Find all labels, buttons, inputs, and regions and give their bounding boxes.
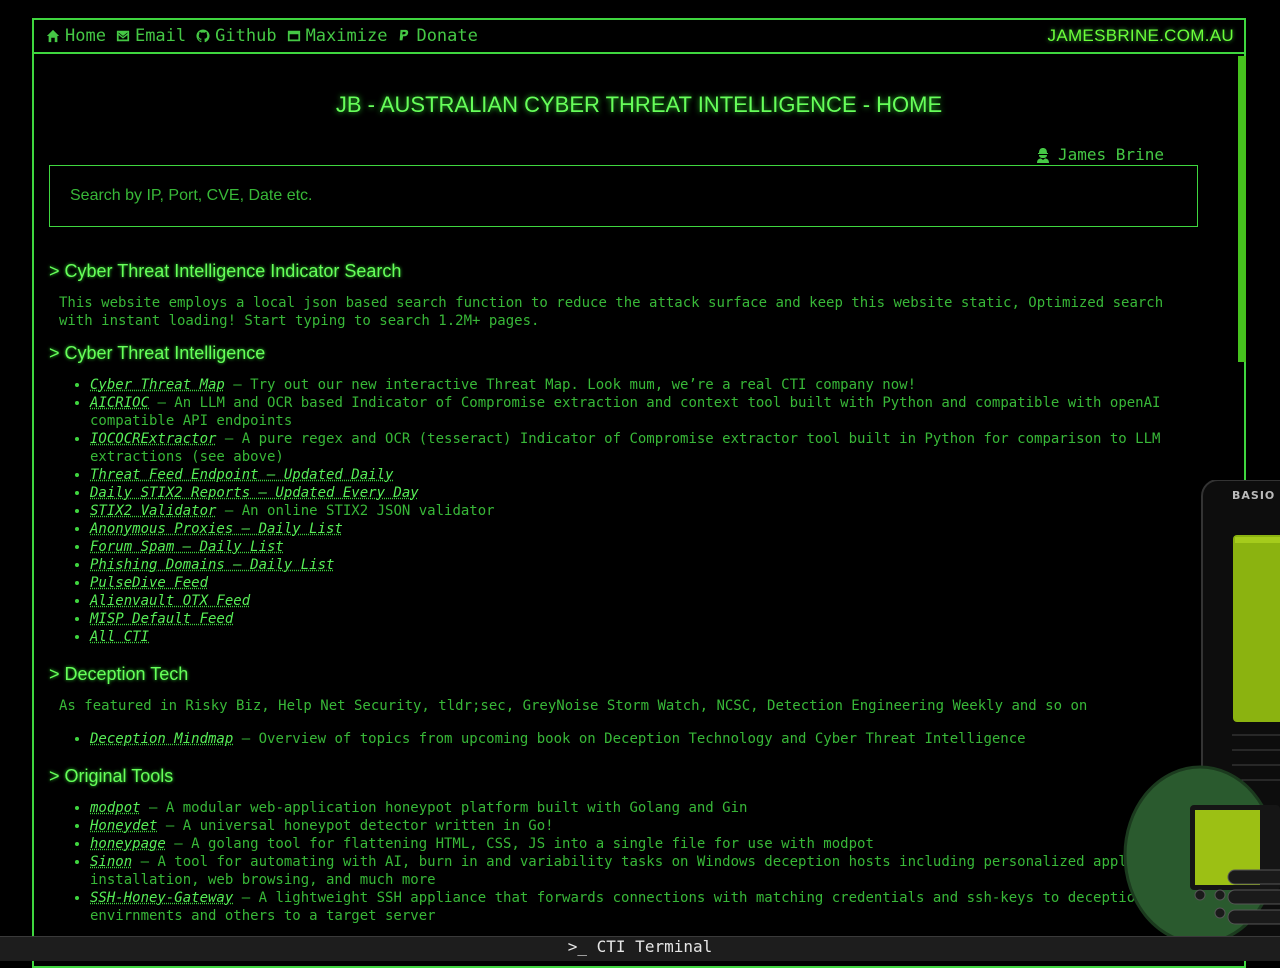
nav-github-label: Github [215,26,277,46]
device-screen-highlight [1235,537,1280,543]
github-icon [196,29,210,43]
page-title: JB - AUSTRALIAN CYBER THREAT INTELLIGENC… [335,92,943,117]
tool-link-modpot[interactable]: modpot [90,800,141,816]
nav-home-label: Home [65,26,106,46]
list-item-description: – An LLM and OCR based Indicator of Comp… [90,395,1161,429]
list-item: PulseDive Feed [90,574,1199,592]
list-item-description: – A tool for automating with AI, burn in… [90,854,1186,888]
cti-link-alienvault[interactable]: Alienvault OTX Feed [90,593,250,609]
author-byline: James Brine [1036,145,1164,164]
deception-link-mindmap[interactable]: Deception Mindmap [90,731,233,747]
cti-link-threat-map[interactable]: Cyber Threat Map [90,377,225,393]
section-heading-cti: > Cyber Threat Intelligence [49,343,266,363]
handheld-device-widget[interactable]: BASIO [1120,480,1280,940]
cti-link-pulsedive[interactable]: PulseDive Feed [90,575,208,591]
cti-link-forum-spam[interactable]: Forum Spam – Daily List [90,539,284,555]
cti-link-threat-feed[interactable]: Threat Feed Endpoint – Updated Daily [90,467,393,483]
window-icon [287,30,300,42]
list-item-description: – A golang tool for flattening HTML, CSS… [165,836,874,852]
list-item: STIX2 Validator – An online STIX2 JSON v… [90,502,1199,520]
section-heading-indicator-search: > Cyber Threat Intelligence Indicator Se… [49,261,402,281]
nav-github-link[interactable]: Github [196,26,277,46]
author-name: James Brine [1058,145,1164,164]
nav-maximize-label: Maximize [305,26,388,46]
list-item: honeypage – A golang tool for flattening… [90,835,1199,853]
list-item: Honeydet – A universal honeypot detector… [90,817,1199,835]
list-item: Deception Mindmap – Overview of topics f… [90,730,1199,748]
list-item: Alienvault OTX Feed [90,592,1199,610]
list-item-description: – A pure regex and OCR (tesseract) Indic… [90,431,1161,465]
cti-link-phishing-domains[interactable]: Phishing Domains – Daily List [90,557,334,573]
nav-links: Home Email Github Maximize Donate [46,26,478,46]
nav-email-link[interactable]: Email [116,26,186,46]
cti-link-aicrioc[interactable]: AICRIOC [90,395,149,411]
list-item: All CTI [90,628,1199,646]
tool-link-honeypage[interactable]: honeypage [90,836,166,852]
cti-terminal-bar[interactable]: >_ CTI Terminal [0,936,1280,961]
list-item: IOCOCRExtractor – A pure regex and OCR (… [90,430,1199,466]
nav-email-label: Email [134,26,187,46]
tool-link-sinon[interactable]: Sinon [90,854,132,870]
paypal-icon [400,29,409,41]
cti-link-all-cti[interactable]: All CTI [90,629,149,645]
nav-donate-label: Donate [416,26,478,46]
list-item-description: – A modular web-application honeypot pla… [140,800,748,816]
list-item: Anonymous Proxies – Daily List [90,520,1199,538]
cti-link-anonymous-proxies[interactable]: Anonymous Proxies – Daily List [90,521,343,537]
tool-link-honeydet[interactable]: Honeydet [90,818,157,834]
tools-list: modpot – A modular web-application honey… [49,799,1199,925]
list-item-description: – A lightweight SSH appliance that forwa… [90,890,1144,924]
cti-link-stix2-validator[interactable]: STIX2 Validator [90,503,216,519]
list-item: MISP Default Feed [90,610,1199,628]
device-label: BASIO [1232,489,1275,502]
search-input[interactable] [49,165,1198,227]
list-item-description: – Try out our new interactive Threat Map… [224,377,917,393]
tool-link-ssh-honey-gateway[interactable]: SSH-Honey-Gateway [90,890,233,906]
site-brand-link[interactable]: JAMESBRINE.COM.AU [1048,26,1234,46]
cti-link-stix2-reports[interactable]: Daily STIX2 Reports – Updated Every Day [90,485,419,501]
list-item: Threat Feed Endpoint – Updated Daily [90,466,1199,484]
list-item: Forum Spam – Daily List [90,538,1199,556]
main-content: > Cyber Threat Intelligence Indicator Se… [49,258,1199,925]
nav-maximize-link[interactable]: Maximize [287,26,388,46]
cti-link-misp[interactable]: MISP Default Feed [90,611,233,627]
nav-home-link[interactable]: Home [46,26,106,46]
list-item-description: – Overview of topics from upcoming book … [233,731,1026,747]
list-item: Cyber Threat Map – Try out our new inter… [90,376,1199,394]
cti-link-iococrextractor[interactable]: IOCOCRExtractor [90,431,216,447]
cti-list: Cyber Threat Map – Try out our new inter… [49,376,1199,646]
device-screen [1233,535,1280,722]
home-icon [46,29,60,43]
list-item-description: – A universal honeypot detector written … [157,818,554,834]
nav-donate-link[interactable]: Donate [397,26,478,46]
indicator-search-description: This website employs a local json based … [59,295,1164,329]
section-heading-tools: > Original Tools [49,766,174,786]
section-heading-deception: > Deception Tech [49,664,189,684]
list-item: Daily STIX2 Reports – Updated Every Day [90,484,1199,502]
list-item: Sinon – A tool for automating with AI, b… [90,853,1199,889]
list-item-description: – An online STIX2 JSON validator [216,503,495,519]
list-item: modpot – A modular web-application honey… [90,799,1199,817]
deception-list: Deception Mindmap – Overview of topics f… [49,730,1199,748]
user-icon [1037,147,1049,163]
list-item: AICRIOC – An LLM and OCR based Indicator… [90,394,1199,430]
list-item: SSH-Honey-Gateway – A lightweight SSH ap… [90,889,1199,925]
list-item: Phishing Domains – Daily List [90,556,1199,574]
top-navigation-bar: Home Email Github Maximize Donate JAMESB… [34,20,1244,54]
deception-description: As featured in Risky Biz, Help Net Secur… [59,698,1088,714]
email-icon [116,30,130,42]
